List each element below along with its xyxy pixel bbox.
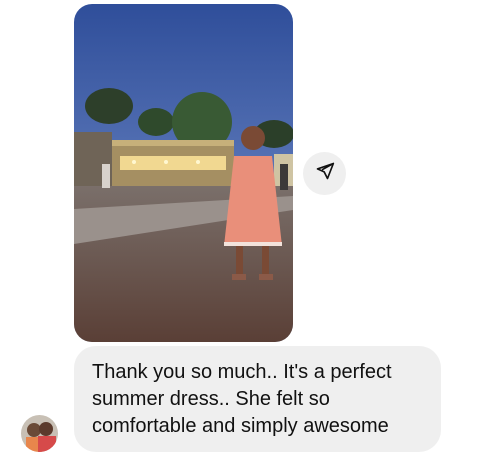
text-message-bubble[interactable]: Thank you so much.. It's a perfect summe… <box>74 346 441 452</box>
photo-image <box>74 4 293 342</box>
share-button[interactable] <box>303 152 346 195</box>
photo-message[interactable] <box>74 4 293 342</box>
send-arrow-icon <box>315 161 335 186</box>
message-line: comfortable and simply awesome <box>92 415 389 437</box>
sender-avatar[interactable] <box>21 415 58 452</box>
avatar-image <box>21 415 58 452</box>
message-line: Thank you so much.. It's a perfect <box>92 361 392 383</box>
message-line: summer dress.. She felt so <box>92 388 330 410</box>
